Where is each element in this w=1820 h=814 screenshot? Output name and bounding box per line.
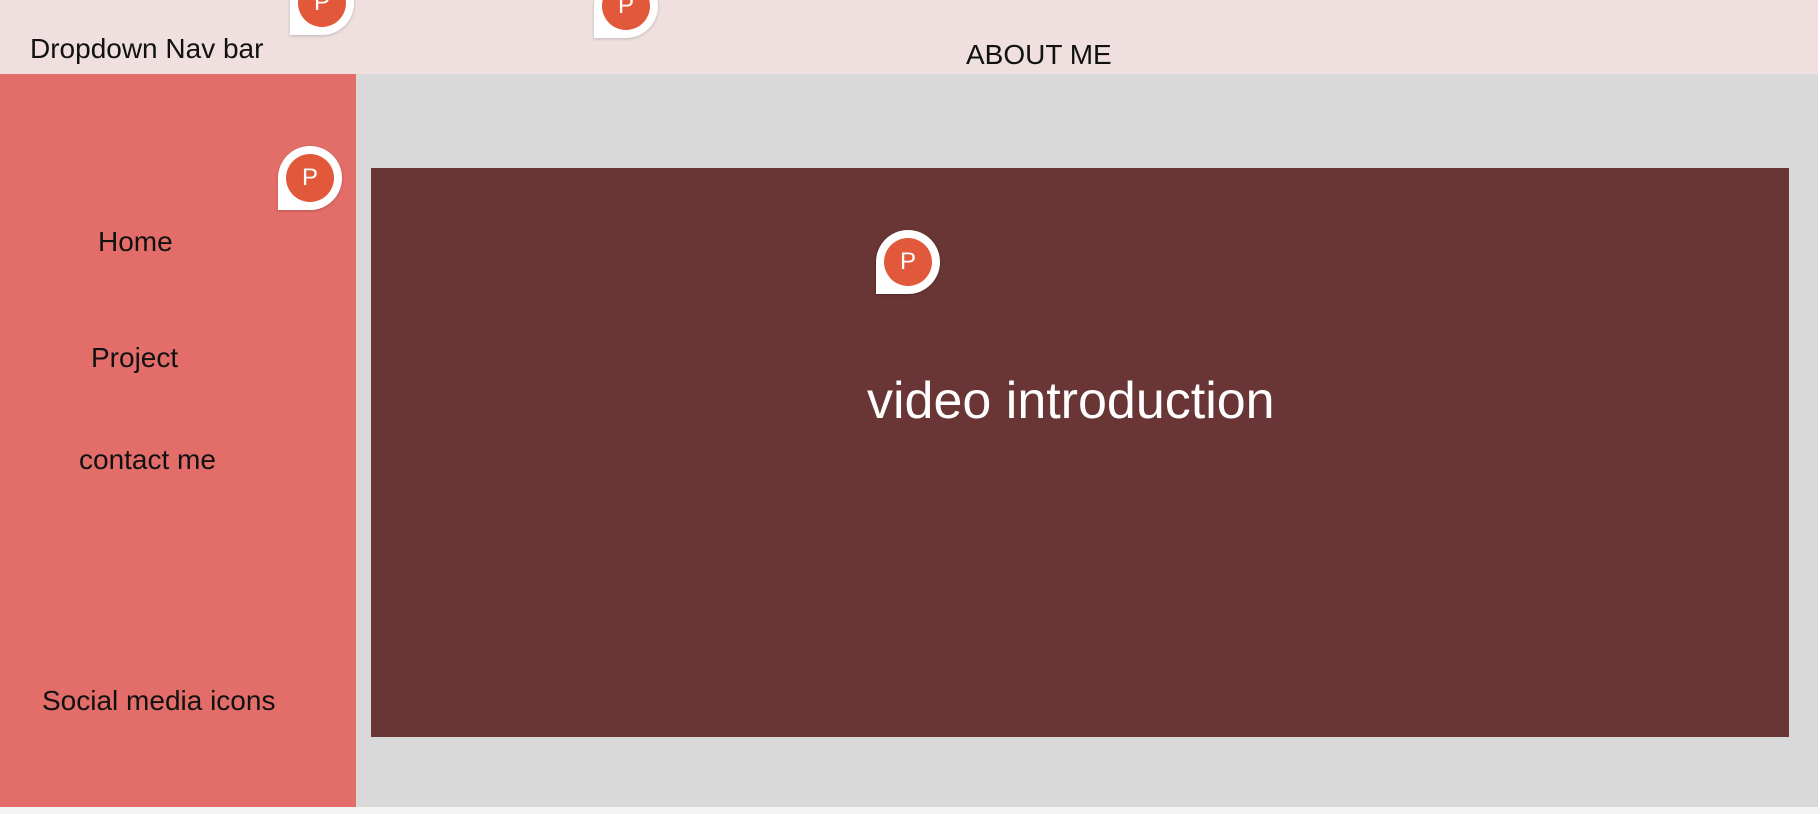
page-title: ABOUT ME <box>966 39 1112 70</box>
sidebar-item-project[interactable]: Project <box>91 341 178 375</box>
dropdown-nav-bar-label: Dropdown Nav bar <box>30 33 264 64</box>
comment-pin-icon[interactable]: P <box>278 146 342 210</box>
bottom-divider <box>0 807 1820 814</box>
comment-pin-avatar: P <box>286 154 334 202</box>
wireframe-canvas: Dropdown Nav bar ABOUT ME Home Project c… <box>0 0 1820 814</box>
comment-pin-avatar: P <box>298 0 346 27</box>
comment-pin-avatar: P <box>884 238 932 286</box>
social-media-icons-placeholder: Social media icons <box>42 685 276 716</box>
sidebar-item-home[interactable]: Home <box>98 225 173 259</box>
top-navigation-bar: Dropdown Nav bar ABOUT ME <box>0 0 1818 74</box>
video-introduction-panel[interactable] <box>371 168 1789 737</box>
comment-pin-avatar: P <box>602 0 650 30</box>
video-introduction-label: video introduction <box>867 372 1275 430</box>
sidebar-item-contact-me[interactable]: contact me <box>79 443 216 477</box>
comment-pin-icon[interactable]: P <box>876 230 940 294</box>
